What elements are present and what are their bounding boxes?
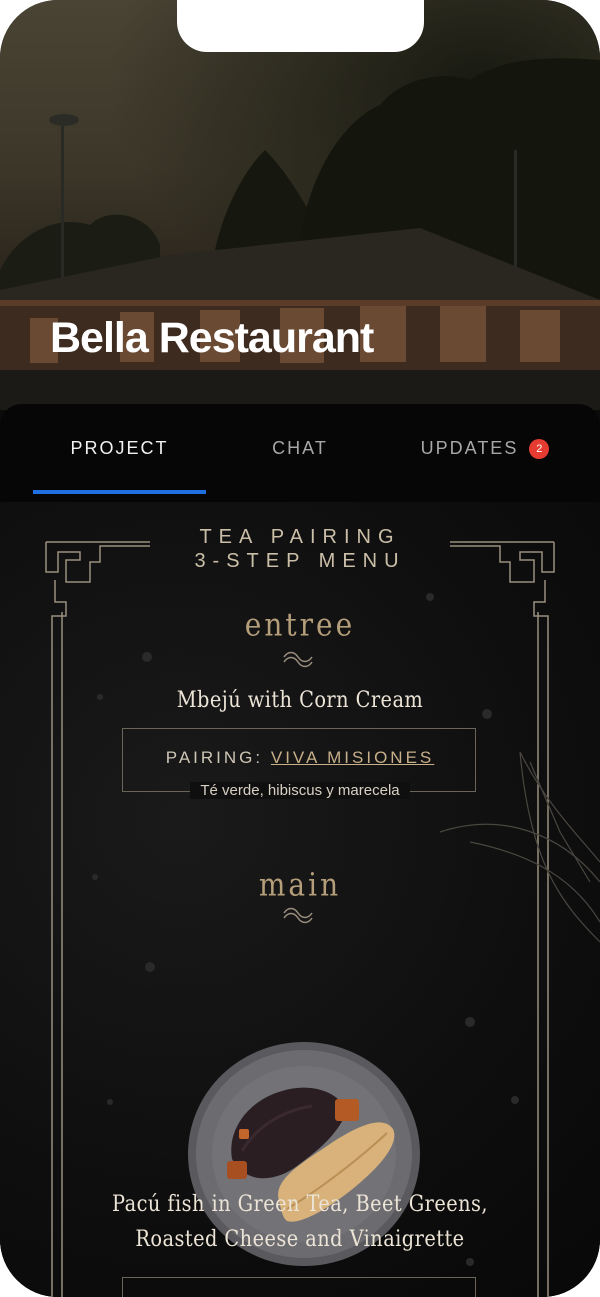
course-main-title: main — [258, 865, 342, 904]
menu-card: TEA PAIRING 3-STEP MENU entree Mbejú wit… — [0, 502, 600, 1297]
tab-project-label: PROJECT — [70, 438, 169, 458]
main-dish-name-line2: Roasted Cheese and Vinaigrette — [135, 1227, 465, 1252]
updates-count-badge: 2 — [529, 439, 550, 459]
pairing-description-text: Té verde, hibiscus y marecela — [190, 782, 410, 799]
main-pairing-box — [122, 1277, 476, 1297]
pairing-description: Té verde, hibiscus y marecela — [0, 782, 600, 799]
tab-updates-label: UPDATES — [420, 438, 519, 458]
entree-dish-name: Mbejú with Corn Cream — [176, 688, 424, 713]
active-tab-indicator — [33, 490, 206, 494]
phone-screen: Bella Restaurant PROJECT CHAT UPDATES 2 — [0, 0, 600, 1297]
tab-updates[interactable]: UPDATES 2 — [410, 438, 560, 462]
restaurant-title: Bella Restaurant — [50, 314, 374, 362]
device-notch — [177, 0, 424, 52]
tab-bar: PROJECT CHAT UPDATES 2 — [0, 404, 600, 502]
pairing-name-link[interactable]: VIVA MISIONES — [271, 748, 434, 767]
main-dish-name-line1: Pacú fish in Green Tea, Beet Greens, — [112, 1192, 488, 1217]
content-sheet: PROJECT CHAT UPDATES 2 TEA PAIRING 3-STE… — [0, 404, 600, 1297]
course-entree-title: entree — [244, 605, 356, 644]
menu-heading-line2: 3-STEP MENU — [194, 550, 406, 572]
tab-project[interactable]: PROJECT — [33, 438, 206, 462]
tab-chat[interactable]: CHAT — [215, 438, 385, 462]
menu-heading-line1: TEA PAIRING — [199, 526, 401, 548]
pairing-label: PAIRING: — [165, 748, 264, 767]
hero-banner: Bella Restaurant — [0, 0, 600, 410]
pairing-line: PAIRING: VIVA MISIONES — [0, 748, 600, 768]
tab-chat-label: CHAT — [272, 438, 328, 458]
